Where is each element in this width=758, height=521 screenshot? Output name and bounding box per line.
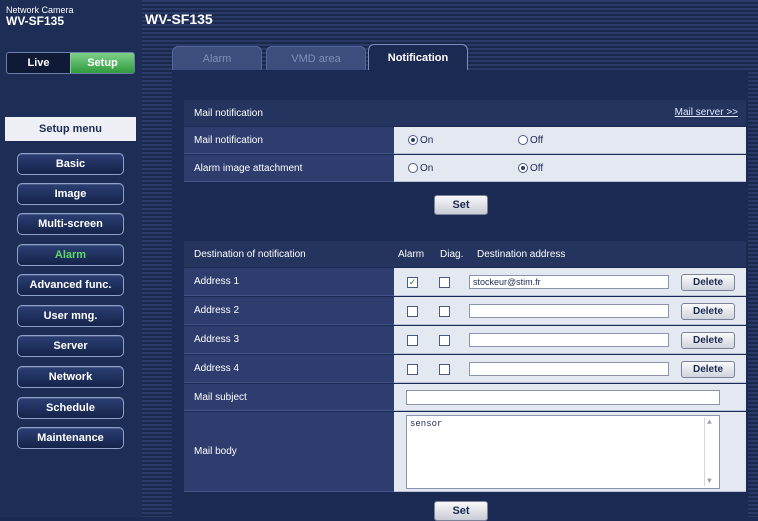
scroll-down-icon[interactable]: ▼: [707, 477, 712, 486]
row-label: Alarm image attachment: [184, 155, 394, 182]
row-label: Address 4: [184, 355, 394, 383]
address-2-delete-button[interactable]: Delete: [681, 303, 735, 320]
attachment-off-radio[interactable]: Off: [518, 163, 543, 174]
tab-notification[interactable]: Notification: [368, 44, 468, 71]
address-1-alarm-checkbox[interactable]: ✓: [407, 277, 418, 288]
attachment-on-radio[interactable]: On: [408, 163, 433, 174]
row-label: Address 2: [184, 297, 394, 325]
mail-body-row: Mail body sensor ▲ ▼: [184, 412, 746, 492]
row-label: Address 3: [184, 326, 394, 354]
mail-notification-off-radio[interactable]: Off: [518, 135, 543, 146]
radio-dot: [408, 163, 418, 173]
address-2-input[interactable]: [469, 304, 669, 318]
live-button[interactable]: Live: [7, 53, 70, 73]
mail-body-text: sensor: [410, 419, 443, 429]
textarea-scrollbar[interactable]: ▲ ▼: [704, 418, 717, 486]
address-2-diag-checkbox[interactable]: [439, 306, 450, 317]
col-destination-address: Destination address: [477, 249, 566, 260]
address-row-4: Address 4 Delete: [184, 355, 746, 383]
menu-schedule-button[interactable]: Schedule: [17, 397, 124, 419]
address-row-1: Address 1 ✓ Delete: [184, 268, 746, 296]
address-3-alarm-checkbox[interactable]: [407, 335, 418, 346]
setup-button[interactable]: Setup: [70, 53, 134, 73]
address-4-alarm-checkbox[interactable]: [407, 364, 418, 375]
address-2-alarm-checkbox[interactable]: [407, 306, 418, 317]
section-header: Mail notification Mail server >>: [184, 100, 746, 126]
mail-subject-input[interactable]: [406, 390, 720, 405]
menu-image-button[interactable]: Image: [17, 183, 124, 205]
radio-dot-selected: [408, 135, 418, 145]
col-alarm: Alarm: [398, 249, 425, 260]
address-3-delete-button[interactable]: Delete: [681, 332, 735, 349]
page-title: WV-SF135: [145, 11, 213, 27]
menu-advanced-func-button[interactable]: Advanced func.: [17, 274, 124, 296]
menu-maintenance-button[interactable]: Maintenance: [17, 427, 124, 449]
mail-subject-row: Mail subject: [184, 384, 746, 411]
setup-menu-title: Setup menu: [5, 117, 136, 141]
col-diag: Diag.: [440, 249, 464, 260]
tab-alarm[interactable]: Alarm: [172, 46, 262, 71]
brand-model: WV-SF135: [6, 14, 65, 28]
address-1-delete-button[interactable]: Delete: [681, 274, 735, 291]
row-label: Mail body: [184, 412, 394, 492]
address-row-3: Address 3 Delete: [184, 326, 746, 354]
row-label: Mail notification: [184, 127, 394, 154]
content-panel: Mail notification Mail server >> Mail no…: [172, 70, 748, 521]
mail-server-link[interactable]: Mail server >>: [675, 107, 738, 118]
mail-body-textarea[interactable]: sensor ▲ ▼: [406, 415, 720, 489]
menu-basic-button[interactable]: Basic: [17, 153, 124, 175]
alarm-image-attachment-row: Alarm image attachment On Off: [184, 155, 746, 182]
row-label: Address 1: [184, 268, 394, 296]
address-4-delete-button[interactable]: Delete: [681, 361, 735, 378]
address-4-diag-checkbox[interactable]: [439, 364, 450, 375]
destination-title: Destination of notification: [194, 248, 306, 260]
address-row-2: Address 2 Delete: [184, 297, 746, 325]
radio-dot: [518, 135, 528, 145]
menu-user-mng-button[interactable]: User mng.: [17, 305, 124, 327]
radio-label: Off: [530, 162, 544, 174]
destination-set-button[interactable]: Set: [434, 501, 488, 521]
address-3-input[interactable]: [469, 333, 669, 347]
menu-alarm-button[interactable]: Alarm: [17, 244, 124, 266]
radio-label: Off: [530, 134, 544, 146]
radio-dot-selected: [518, 163, 528, 173]
menu-network-button[interactable]: Network: [17, 366, 124, 388]
row-label: Mail subject: [184, 384, 394, 411]
mail-notification-on-radio[interactable]: On: [408, 135, 433, 146]
menu-multi-screen-button[interactable]: Multi-screen: [17, 213, 124, 235]
address-1-diag-checkbox[interactable]: [439, 277, 450, 288]
address-1-input[interactable]: [469, 275, 669, 289]
mail-set-button[interactable]: Set: [434, 195, 488, 215]
radio-label: On: [420, 134, 434, 146]
mail-notification-row: Mail notification On Off: [184, 127, 746, 154]
address-3-diag-checkbox[interactable]: [439, 335, 450, 346]
menu-server-button[interactable]: Server: [17, 335, 124, 357]
address-4-input[interactable]: [469, 362, 669, 376]
mode-switch: Live Setup: [6, 52, 135, 74]
brand: Network Camera WV-SF135: [6, 6, 74, 28]
destination-header: Destination of notification Alarm Diag. …: [184, 241, 746, 267]
scroll-up-icon[interactable]: ▲: [707, 418, 712, 427]
section-title: Mail notification: [194, 107, 263, 119]
sidebar: Network Camera WV-SF135 Live Setup Setup…: [0, 0, 142, 517]
radio-label: On: [420, 162, 434, 174]
tab-vmd-area[interactable]: VMD area: [266, 46, 366, 71]
